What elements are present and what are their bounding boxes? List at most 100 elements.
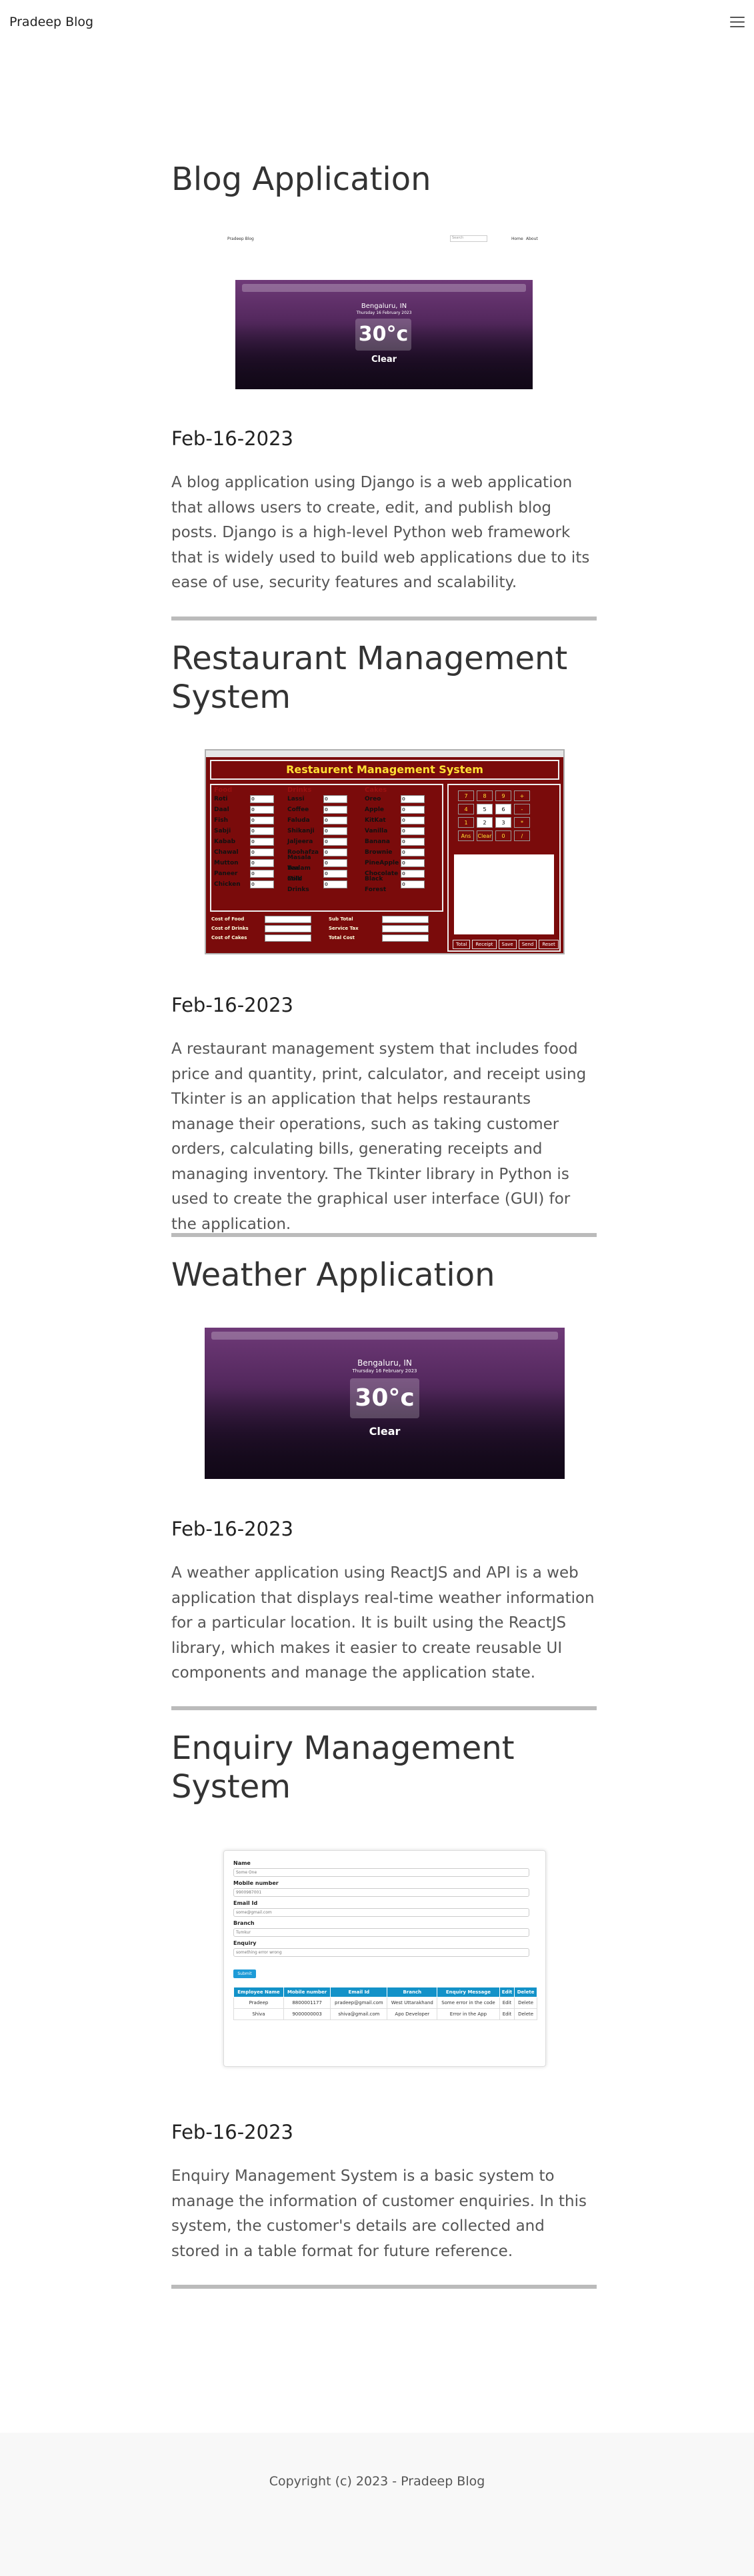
post-date: Feb-16-2023 <box>171 2121 293 2143</box>
post-title[interactable]: Restaurant Management System <box>171 639 597 716</box>
menu-item-row: KitKat 0 <box>365 815 443 826</box>
menu-item-row: Chicken 0 <box>214 879 287 890</box>
menu-item-row: Fish 0 <box>214 815 287 826</box>
post-title[interactable]: Weather Application <box>171 1256 597 1294</box>
table-header: Delete <box>514 1987 537 1997</box>
menu-item-row: Jaljeera 0 <box>287 836 363 847</box>
post-divider <box>171 2285 597 2289</box>
calculator-key: 8 <box>477 790 493 801</box>
menu-item-row: Mutton 0 <box>214 858 287 868</box>
enquiry-table: Employee Name Mobile number Email Id Branch… <box>233 1987 537 2020</box>
menu-item-row: Vanilla 0 <box>365 826 443 836</box>
post-title[interactable]: Enquiry Management System <box>171 1729 597 1806</box>
post-description: Enquiry Management System is a basic sys… <box>171 2167 587 2260</box>
footer: Copyright (c) 2023 - Pradeep Blog <box>0 2433 754 2576</box>
mini-navbar: Pradeep Blog Search Home About <box>225 232 545 245</box>
table-cell: Some error in the code <box>437 1997 500 2009</box>
calculator-key: Clear <box>477 830 493 841</box>
post-description: A blog application using Django is a web… <box>171 474 590 591</box>
calculator-key: 4 <box>458 804 474 814</box>
weather-preview: Bengaluru, IN Thursday 16 February 2023 … <box>235 280 533 389</box>
table-cell: Error in the App <box>437 2008 500 2020</box>
menu-item-row: Lassi 0 <box>287 794 363 804</box>
menu-item-row: Paneer 0 <box>214 868 287 879</box>
calculator-key: Ans <box>458 830 474 841</box>
post-date: Feb-16-2023 <box>171 994 293 1016</box>
post-divider <box>171 617 597 621</box>
table-header: Email Id <box>330 1987 388 1997</box>
navbar: Pradeep Blog <box>0 0 754 44</box>
calculator-key: * <box>514 817 530 828</box>
table-cell: 8800001177 <box>283 1997 331 2009</box>
menu-item-row: Sabji 0 <box>214 826 287 836</box>
cost-row: Cost of Cakes <box>211 933 318 942</box>
menu-item-row: Faluda 0 <box>287 815 363 826</box>
post-description: A weather application using ReactJS and … <box>171 1564 595 1682</box>
calculator-key: 2 <box>477 817 493 828</box>
table-header: Branch <box>387 1987 438 1997</box>
table-cell: Apo Developer <box>387 2008 438 2020</box>
menu-item-row: Brownie 0 <box>365 847 443 858</box>
menu-item-row: Shikanji 0 <box>287 826 363 836</box>
menu-item-row: Kabab 0 <box>214 836 287 847</box>
menu-item-row: Daal 0 <box>214 804 287 815</box>
calculator-key: + <box>514 790 530 801</box>
action-button: Send <box>518 940 537 949</box>
table-row: Pradeep 8800001177 pradeep@gmail.com West U… <box>233 1997 537 2009</box>
menu-item-row: Black Forest 0 <box>365 876 443 893</box>
action-button: Reset <box>539 940 559 949</box>
post-date: Feb-16-2023 <box>171 1518 293 1540</box>
table-header: Edit <box>499 1987 515 1997</box>
post-date: Feb-16-2023 <box>171 427 293 450</box>
calculator-key: - <box>514 804 530 814</box>
table-header: Enquiry Message <box>437 1987 500 1997</box>
post-description: A restaurant management system that incl… <box>171 1040 587 1233</box>
table-cell: Edit <box>499 1997 515 2009</box>
calculator-key: / <box>514 830 530 841</box>
post-divider <box>171 1233 597 1237</box>
action-button: Total <box>453 940 471 949</box>
calculator-key: 7 <box>458 790 474 801</box>
post-screenshot: Pradeep Blog Search Home About Bengaluru… <box>225 232 545 389</box>
calculator-key: 1 <box>458 817 474 828</box>
cost-row: Cost of Food <box>211 914 318 924</box>
table-cell: 9000000003 <box>283 2008 331 2020</box>
hamburger-icon[interactable] <box>730 17 745 27</box>
menu-item-row: Roti 0 <box>214 794 287 804</box>
table-cell: West Uttarakhand <box>387 1997 438 2009</box>
table-cell: Pradeep <box>233 1997 284 2009</box>
post-screenshot: Bengaluru, IN Thursday 16 February 2023 … <box>205 1328 565 1479</box>
menu-item-row: Coffee 0 <box>287 804 363 815</box>
copyright-text: Copyright (c) 2023 - Pradeep Blog <box>269 2474 485 2489</box>
menu-item-row: Cold Drinks 0 <box>287 876 363 893</box>
post-screenshot: Restaurent Management System Food Roti 0 D… <box>205 749 565 954</box>
menu-item-row: Oreo 0 <box>365 794 443 804</box>
action-button: Receipt <box>472 940 497 949</box>
calculator-key: 5 <box>477 804 493 814</box>
table-cell: pradeep@gmail.com <box>330 1997 388 2009</box>
cost-row: Cost of Drinks <box>211 924 318 933</box>
cost-row: Total Cost <box>329 933 435 942</box>
table-cell: Shiva <box>233 2008 284 2020</box>
table-row: Shiva 9000000003 shiva@gmail.com Apo Develo… <box>233 2008 537 2020</box>
brand-link[interactable]: Pradeep Blog <box>9 15 93 29</box>
table-cell: Delete <box>514 2008 537 2020</box>
table-header: Employee Name <box>233 1987 284 1997</box>
post-divider <box>171 1706 597 1710</box>
cost-row: Sub Total <box>329 914 435 924</box>
cost-row: Service Tax <box>329 924 435 933</box>
calculator-key: 6 <box>495 804 511 814</box>
menu-item-row: Apple 0 <box>365 804 443 815</box>
action-button: Save <box>498 940 517 949</box>
table-cell: shiva@gmail.com <box>330 2008 388 2020</box>
table-cell: Edit <box>499 2008 515 2020</box>
post-title[interactable]: Blog Application <box>171 160 597 199</box>
post-screenshot: Name Some One Mobile number 9900987001 E… <box>223 1850 546 2067</box>
table-header: Mobile number <box>283 1987 331 1997</box>
menu-item-row: PineApple 0 <box>365 858 443 868</box>
table-cell: Delete <box>514 1997 537 2009</box>
menu-item-row: Banana 0 <box>365 836 443 847</box>
calculator-key: 0 <box>495 830 511 841</box>
calculator-key: 3 <box>495 817 511 828</box>
calculator-key: 9 <box>495 790 511 801</box>
